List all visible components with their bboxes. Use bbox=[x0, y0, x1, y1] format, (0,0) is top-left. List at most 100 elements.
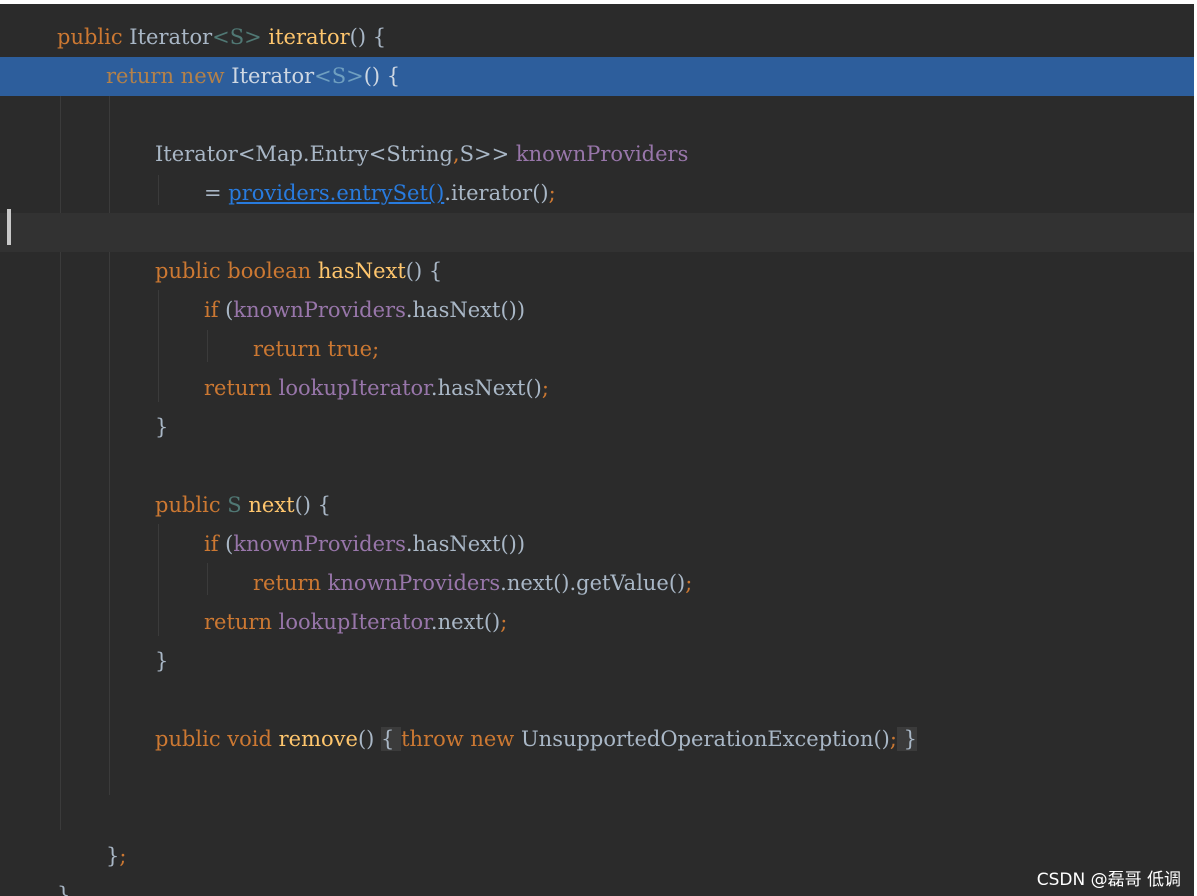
code-text: if (knownProviders.hasNext()) bbox=[204, 291, 525, 330]
code-text: return knownProviders.next().getValue(); bbox=[253, 564, 692, 603]
code-text: public void remove() { throw new Unsuppo… bbox=[155, 720, 917, 759]
code-line[interactable] bbox=[0, 759, 1194, 798]
code-text: public boolean hasNext() { bbox=[155, 252, 442, 291]
code-text: return lookupIterator.hasNext(); bbox=[204, 369, 549, 408]
code-line[interactable]: public boolean hasNext() { bbox=[0, 252, 1194, 291]
code-line[interactable]: return lookupIterator.next(); bbox=[0, 603, 1194, 642]
code-line[interactable]: public void remove() { throw new Unsuppo… bbox=[0, 720, 1194, 759]
code-text: if (knownProviders.hasNext()) bbox=[204, 525, 525, 564]
code-line[interactable]: } bbox=[0, 642, 1194, 681]
code-token: .hasNext()) bbox=[405, 532, 526, 556]
code-token: () bbox=[357, 727, 382, 751]
code-text: return true; bbox=[253, 330, 379, 369]
code-token: public void bbox=[155, 727, 279, 751]
code-token: S>> bbox=[459, 142, 516, 166]
code-token: ; bbox=[548, 181, 556, 205]
code-token: UnsupportedOperationException() bbox=[520, 727, 890, 751]
code-text: }; bbox=[106, 837, 126, 876]
code-token: iterator bbox=[268, 25, 350, 49]
code-token: lookupIterator bbox=[278, 376, 431, 400]
text-caret bbox=[7, 209, 11, 245]
code-text: = providers.entrySet().iterator(); bbox=[204, 174, 556, 213]
code-line[interactable] bbox=[0, 447, 1194, 486]
code-line[interactable]: = providers.entrySet().iterator(); bbox=[0, 174, 1194, 213]
code-line[interactable]: return lookupIterator.hasNext(); bbox=[0, 369, 1194, 408]
code-token: return bbox=[204, 610, 279, 634]
code-token: providers.entrySet() bbox=[228, 181, 445, 205]
code-token: public bbox=[57, 25, 130, 49]
code-token: <S> bbox=[314, 64, 364, 88]
code-line-selected[interactable]: return new Iterator<S>() { bbox=[0, 57, 1194, 96]
code-line[interactable] bbox=[0, 681, 1194, 720]
code-token: .hasNext()) bbox=[405, 298, 526, 322]
code-token: () { bbox=[349, 25, 387, 49]
code-text: } bbox=[155, 408, 168, 447]
code-text: } bbox=[155, 642, 168, 681]
code-token: ; bbox=[500, 610, 508, 634]
code-token: throw new bbox=[401, 727, 521, 751]
code-token: return true; bbox=[253, 337, 380, 361]
code-token: next bbox=[248, 493, 295, 517]
code-token: hasNext bbox=[317, 259, 406, 283]
code-token: lookupIterator bbox=[278, 610, 431, 634]
code-token: .next().getValue() bbox=[500, 571, 686, 595]
code-line[interactable]: return knownProviders.next().getValue(); bbox=[0, 564, 1194, 603]
code-token: remove bbox=[278, 727, 358, 751]
code-token: ; bbox=[889, 727, 897, 751]
code-token: } bbox=[57, 883, 71, 896]
code-token: } bbox=[155, 649, 169, 673]
code-line[interactable] bbox=[0, 213, 1194, 252]
code-token: = bbox=[204, 181, 229, 205]
code-text: public Iterator<S> iterator() { bbox=[57, 18, 386, 57]
code-token: <S> bbox=[212, 25, 262, 49]
code-token: .iterator() bbox=[444, 181, 549, 205]
code-token: .next() bbox=[430, 610, 501, 634]
code-line[interactable] bbox=[0, 96, 1194, 135]
code-line[interactable] bbox=[0, 798, 1194, 837]
code-text: } bbox=[57, 876, 70, 896]
code-line[interactable]: } bbox=[0, 876, 1194, 896]
code-token: { bbox=[381, 727, 402, 751]
code-text: Iterator<Map.Entry<String,S>> knownProvi… bbox=[155, 135, 688, 174]
code-token: knownProviders bbox=[233, 298, 406, 322]
code-token: ; bbox=[685, 571, 693, 595]
code-line[interactable]: if (knownProviders.hasNext()) bbox=[0, 291, 1194, 330]
code-token: () { bbox=[405, 259, 443, 283]
code-line[interactable]: if (knownProviders.hasNext()) bbox=[0, 525, 1194, 564]
code-text: public S next() { bbox=[155, 486, 331, 525]
code-line[interactable]: Iterator<Map.Entry<String,S>> knownProvi… bbox=[0, 135, 1194, 174]
code-token: Iterator bbox=[231, 64, 315, 88]
code-token: knownProviders bbox=[515, 142, 689, 166]
code-token: knownProviders bbox=[233, 532, 406, 556]
code-token: () { bbox=[363, 64, 401, 88]
code-line[interactable]: public Iterator<S> iterator() { bbox=[0, 18, 1194, 57]
code-token: S bbox=[227, 493, 249, 517]
window-top-edge bbox=[0, 0, 1197, 4]
code-token: return bbox=[204, 376, 279, 400]
code-token: return new bbox=[106, 64, 232, 88]
code-token: .hasNext() bbox=[430, 376, 542, 400]
code-text: return lookupIterator.next(); bbox=[204, 603, 507, 642]
code-token: ; bbox=[541, 376, 549, 400]
code-token: () { bbox=[294, 493, 332, 517]
code-text: return new Iterator<S>() { bbox=[106, 57, 400, 96]
code-token: public boolean bbox=[155, 259, 318, 283]
csdn-watermark: CSDN @磊哥 低调 bbox=[1036, 870, 1181, 890]
code-token: ; bbox=[119, 844, 127, 868]
code-line[interactable]: public S next() { bbox=[0, 486, 1194, 525]
code-token: public bbox=[155, 493, 228, 517]
code-token: if bbox=[204, 532, 226, 556]
code-token: Iterator bbox=[129, 25, 213, 49]
code-editor[interactable]: public Iterator<S> iterator() {return ne… bbox=[0, 0, 1197, 896]
code-token: return bbox=[253, 571, 328, 595]
code-token: knownProviders bbox=[327, 571, 501, 595]
code-line[interactable]: } bbox=[0, 408, 1194, 447]
code-token: if bbox=[204, 298, 226, 322]
code-token: , bbox=[452, 142, 460, 166]
code-token: } bbox=[155, 415, 169, 439]
code-line[interactable]: }; bbox=[0, 837, 1194, 876]
code-token: } bbox=[106, 844, 120, 868]
code-line[interactable]: return true; bbox=[0, 330, 1194, 369]
code-token: Iterator<Map.Entry<String bbox=[155, 142, 453, 166]
code-token: } bbox=[896, 727, 917, 751]
